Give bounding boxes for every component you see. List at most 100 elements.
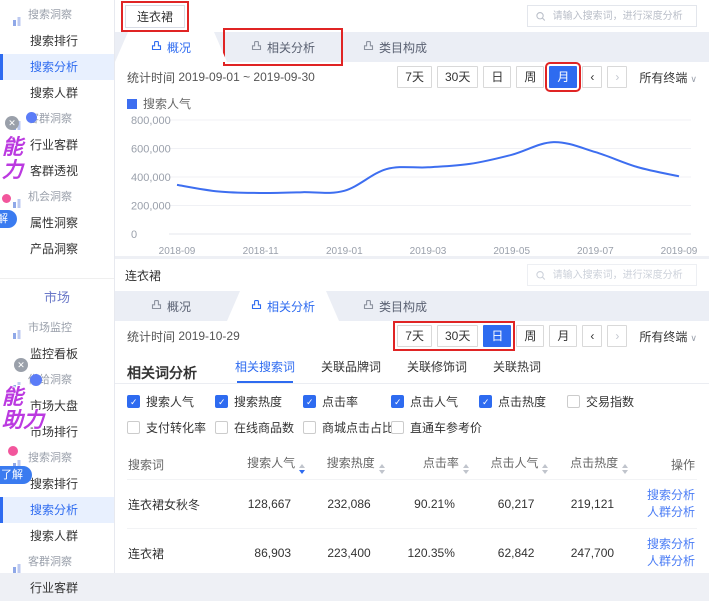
filter-click-rate[interactable]: 点击率 <box>303 393 391 410</box>
sidebar-section-market[interactable]: 市场 <box>0 287 114 309</box>
legend-swatch <box>127 99 137 109</box>
checkbox-unchecked-icon[interactable] <box>567 395 580 408</box>
next-period-button[interactable]: › <box>607 66 627 88</box>
filter-payment-conversion[interactable]: 支付转化率 <box>127 419 215 436</box>
col-search-heat[interactable]: 搜索热度 <box>305 449 385 480</box>
prev-period-button-2[interactable]: ‹ <box>582 325 602 347</box>
subtab-related-modifier-words[interactable]: 关联修饰词 <box>407 358 467 383</box>
tab-related-analysis[interactable]: 相关分析 <box>227 32 339 62</box>
chevron-down-icon: ∨ <box>690 333 697 343</box>
sidebar-item-industry-customers-2[interactable]: 行业客群 <box>0 575 114 601</box>
app-layout: 搜索洞察 搜索排行 搜索分析 搜索人群 客群洞察 行业客群 客群透视 机会洞察 … <box>0 0 709 573</box>
checkbox-unchecked-icon[interactable] <box>127 421 140 434</box>
search-analysis-link[interactable]: 搜索分析 <box>629 487 695 504</box>
filter-search-popularity[interactable]: 搜索人气 <box>127 393 215 410</box>
checkbox-unchecked-icon[interactable] <box>303 421 316 434</box>
filter-ztc-reference-price[interactable]: 直通车参考价 <box>391 419 479 436</box>
sidebar-divider <box>0 278 114 279</box>
range-30d-button[interactable]: 30天 <box>437 66 478 88</box>
terminal-select-2[interactable]: 所有终端∨ <box>639 328 697 345</box>
col-search-popularity[interactable]: 搜索人气 <box>226 449 306 480</box>
sort-icon[interactable] <box>542 464 548 474</box>
sidebar-item-search-rank[interactable]: 搜索排行 <box>0 28 114 54</box>
range-day-button-2[interactable]: 日 <box>483 325 511 347</box>
range-7d-button-2[interactable]: 7天 <box>397 325 432 347</box>
prev-period-button[interactable]: ‹ <box>582 66 602 88</box>
filter-transaction-index[interactable]: 交易指数 <box>567 393 697 410</box>
col-keyword: 搜索词 <box>127 449 226 480</box>
filter-online-products[interactable]: 在线商品数 <box>215 419 303 436</box>
decorative-dot <box>8 446 18 456</box>
filter-click-heat[interactable]: 点击热度 <box>479 393 567 410</box>
range-day-button[interactable]: 日 <box>483 66 511 88</box>
keyword-chip[interactable]: 连衣裙 <box>125 5 185 28</box>
tab-overview-2[interactable]: 概况 <box>115 291 227 321</box>
checkbox-unchecked-icon[interactable] <box>391 421 404 434</box>
related-stats-row: 统计时间 2019-10-29 7天 30天 日 周 月 ‹ › 所有终端∨ <box>115 321 709 351</box>
cell-search-heat: 223,400 <box>305 529 385 574</box>
promo-text-line: 力 <box>2 159 23 182</box>
subtab-related-hot-words[interactable]: 关联热词 <box>493 358 541 383</box>
promo-action-button[interactable]: 了解 <box>0 466 32 484</box>
sort-icon[interactable] <box>299 464 305 474</box>
col-click-popularity[interactable]: 点击人气 <box>469 449 549 480</box>
sort-icon[interactable] <box>379 464 385 474</box>
cell-click-heat: 247,700 <box>548 529 628 574</box>
search-input-2[interactable] <box>551 269 688 282</box>
filter-mall-click-share[interactable]: 商城点击占比 <box>303 419 391 436</box>
subtab-related-brand-words[interactable]: 关联品牌词 <box>321 358 381 383</box>
search-analysis-link[interactable]: 搜索分析 <box>629 536 695 553</box>
col-click-rate[interactable]: 点击率 <box>385 449 469 480</box>
col-actions: 操作 <box>628 449 697 480</box>
audience-analysis-link[interactable]: 人群分析 <box>629 504 695 521</box>
range-month-button[interactable]: 月 <box>549 66 577 88</box>
checkbox-checked-icon[interactable] <box>303 395 316 408</box>
search-input[interactable] <box>551 10 688 23</box>
premium-icon <box>363 299 374 313</box>
terminal-select[interactable]: 所有终端∨ <box>639 69 697 86</box>
range-month-button-2[interactable]: 月 <box>549 325 577 347</box>
tab-related-analysis-2[interactable]: 相关分析 <box>227 291 339 321</box>
close-icon[interactable]: ✕ <box>14 358 28 372</box>
search-box[interactable] <box>527 5 697 27</box>
premium-icon <box>251 40 262 54</box>
sidebar-item-search-audience-2[interactable]: 搜索人群 <box>0 523 114 549</box>
cell-actions: 搜索分析人群分析 <box>628 480 697 529</box>
sidebar-item-label: 搜索洞察 <box>28 9 72 21</box>
related-tab-bar: 概况 相关分析 类目构成 <box>115 291 709 321</box>
range-week-button[interactable]: 周 <box>516 66 544 88</box>
tab-category-composition[interactable]: 类目构成 <box>339 32 451 62</box>
filter-search-heat[interactable]: 搜索热度 <box>215 393 303 410</box>
checkbox-unchecked-icon[interactable] <box>215 421 228 434</box>
sort-icon[interactable] <box>622 464 628 474</box>
main-content: 连衣裙 概况 相关分析 类目构成 统计时间 2019-09-01 ~ 2019-… <box>115 0 709 573</box>
tab-category-composition-2[interactable]: 类目构成 <box>339 291 451 321</box>
sidebar-item-product-insight[interactable]: 产品洞察 <box>0 236 114 262</box>
sidebar-item-label: 行业客群 <box>30 581 78 595</box>
range-week-button-2[interactable]: 周 <box>516 325 544 347</box>
sidebar-item-label: 搜索分析 <box>30 60 78 74</box>
premium-icon <box>151 299 162 313</box>
next-period-button-2[interactable]: › <box>607 325 627 347</box>
promo-text: 能助力 <box>2 386 44 432</box>
sort-icon[interactable] <box>463 464 469 474</box>
checkbox-checked-icon[interactable] <box>127 395 140 408</box>
checkbox-checked-icon[interactable] <box>479 395 492 408</box>
subtab-related-search-words[interactable]: 相关搜索词 <box>235 358 295 383</box>
close-icon[interactable]: ✕ <box>5 116 19 130</box>
search-box-2[interactable] <box>527 264 697 286</box>
tab-overview[interactable]: 概况 <box>115 32 227 62</box>
audience-analysis-link[interactable]: 人群分析 <box>629 553 695 570</box>
checkbox-checked-icon[interactable] <box>391 395 404 408</box>
cell-keyword: 连衣裙 <box>127 529 226 574</box>
promo-text: 能力 <box>2 136 23 182</box>
keyword-label: 连衣裙 <box>125 265 161 286</box>
range-7d-button[interactable]: 7天 <box>397 66 432 88</box>
sidebar-item-search-analysis[interactable]: 搜索分析 <box>0 54 114 80</box>
col-click-heat[interactable]: 点击热度 <box>548 449 628 480</box>
filter-click-popularity[interactable]: 点击人气 <box>391 393 479 410</box>
promo-action-button[interactable]: 解 <box>0 210 17 228</box>
range-30d-button-2[interactable]: 30天 <box>437 325 478 347</box>
checkbox-checked-icon[interactable] <box>215 395 228 408</box>
col-label: 点击人气 <box>490 456 538 470</box>
